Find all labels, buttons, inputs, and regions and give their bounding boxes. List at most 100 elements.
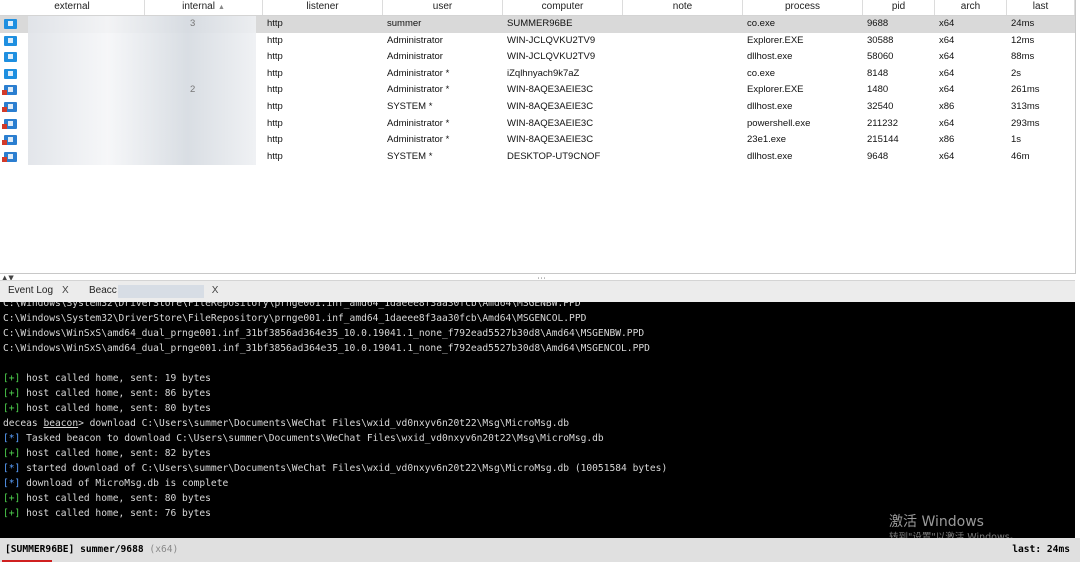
cell-arch: x64 bbox=[939, 117, 955, 129]
console-text: host called home, sent: 19 bytes bbox=[20, 373, 211, 384]
column-header-label: external bbox=[54, 1, 90, 12]
cell-process: co.exe bbox=[747, 18, 775, 29]
cell-computer: WIN-8AQE3AEIE3C bbox=[507, 134, 594, 146]
cell-process: 23e1.exe bbox=[747, 134, 787, 146]
cell-computer: WIN-JCLQVKU2TV9 bbox=[507, 34, 596, 46]
column-header-label: internal bbox=[182, 1, 215, 12]
watermark-subtitle: 转到"设置"以激活 Windows。 bbox=[889, 532, 1020, 538]
session-row[interactable]: http Administrator WIN-JCLQVKU2TV9 dllhost.… bbox=[0, 49, 1075, 66]
cell-pid: 215144 bbox=[867, 134, 899, 146]
session-row[interactable]: 3 http summer SUMMER96BE co.exe 9688 x64 24ms bbox=[0, 16, 1075, 33]
beacon-console-output[interactable]: C:\Windows\System32\DriverStore\FileRepo… bbox=[0, 302, 1075, 538]
session-row[interactable]: http Administrator * iZqlhnyach9k7aZ co.exe… bbox=[0, 65, 1075, 83]
cell-pid: 8148 bbox=[867, 67, 889, 79]
cell-arch: x86 bbox=[939, 134, 955, 146]
sessions-table: external internal ▲ listener user computer not… bbox=[0, 0, 1076, 274]
table-header: external internal ▲ listener user computer not… bbox=[0, 0, 1075, 16]
cell-listener: http bbox=[267, 84, 283, 96]
console-text: host called home, sent: 82 bytes bbox=[20, 448, 211, 459]
console-line: [+] host called home, sent: 80 bytes bbox=[3, 491, 211, 506]
cell-user: SYSTEM * bbox=[387, 150, 433, 162]
console-text: C:\Windows\System32\DriverStore\FileRepo… bbox=[3, 313, 587, 324]
cell-listener: http bbox=[267, 100, 283, 112]
cell-last: 293ms bbox=[1011, 117, 1040, 129]
windows-admin-host-icon bbox=[2, 118, 17, 129]
redacted-address bbox=[28, 82, 256, 99]
cell-arch: x64 bbox=[939, 84, 955, 96]
cell-listener: http bbox=[267, 34, 283, 46]
console-line: [+] host called home, sent: 19 bytes bbox=[3, 371, 211, 386]
windows-admin-host-icon bbox=[2, 85, 17, 96]
column-header-process[interactable]: process bbox=[743, 0, 863, 15]
cell-user: Administrator * bbox=[387, 67, 450, 79]
info-marker: [*] bbox=[3, 433, 21, 444]
cell-process: co.exe bbox=[747, 67, 775, 79]
tab-label: Beacc bbox=[89, 285, 117, 296]
windows-activation-watermark: 激活 Windows 转到"设置"以激活 Windows。 bbox=[889, 511, 1019, 538]
cell-listener: http bbox=[267, 18, 283, 29]
console-text: host called home, sent: 76 bytes bbox=[20, 508, 211, 519]
cell-computer: DESKTOP-UT9CNOF bbox=[507, 150, 601, 162]
console-line: C:\Windows\WinSxS\amd64_dual_prnge001.in… bbox=[3, 326, 644, 341]
console-tab-bar: Event Log X Beacc X bbox=[0, 280, 1075, 303]
cell-listener: http bbox=[267, 150, 283, 162]
session-row[interactable]: http SYSTEM * WIN-8AQE3AEIE3C dllhost.exe 32… bbox=[0, 98, 1075, 116]
column-header-user[interactable]: user bbox=[383, 0, 503, 15]
success-marker: [+] bbox=[3, 493, 21, 504]
tab-close-icon[interactable]: X bbox=[212, 285, 219, 296]
session-row[interactable]: 2 http Administrator * WIN-8AQE3AEIE3C Explo… bbox=[0, 82, 1075, 99]
cell-pid: 58060 bbox=[867, 51, 894, 63]
tab-close-icon[interactable]: X bbox=[62, 285, 69, 296]
cell-user: Administrator * bbox=[387, 84, 450, 96]
column-header-pid[interactable]: pid bbox=[863, 0, 935, 15]
console-text: download of MicroMsg.db is complete bbox=[20, 478, 229, 489]
column-header-external[interactable]: external bbox=[0, 0, 145, 15]
cell-pid: 1480 bbox=[867, 84, 889, 96]
column-header-label: arch bbox=[960, 1, 981, 12]
session-row[interactable]: http Administrator * WIN-8AQE3AEIE3C 23e1.e… bbox=[0, 132, 1075, 149]
column-header-note[interactable]: note bbox=[623, 0, 743, 15]
status-user-pid: summer/9688 bbox=[80, 544, 144, 555]
column-header-label: user bbox=[432, 1, 453, 12]
session-row[interactable]: http Administrator * WIN-8AQE3AEIE3C powers… bbox=[0, 115, 1075, 133]
column-header-label: process bbox=[784, 1, 820, 12]
column-header-last[interactable]: last bbox=[1007, 0, 1075, 15]
windows-admin-host-icon bbox=[2, 101, 17, 112]
windows-host-icon bbox=[4, 52, 17, 63]
column-header-arch[interactable]: arch bbox=[935, 0, 1007, 15]
console-text: C:\Windows\WinSxS\amd64_dual_prnge001.in… bbox=[3, 328, 645, 339]
cell-user: Administrator bbox=[387, 34, 443, 46]
column-header-label: computer bbox=[541, 1, 584, 12]
cell-last: 261ms bbox=[1011, 84, 1040, 96]
cell-arch: x64 bbox=[939, 51, 955, 63]
cell-process: dllhost.exe bbox=[747, 100, 793, 112]
cell-listener: http bbox=[267, 117, 283, 129]
session-row[interactable]: http Administrator WIN-JCLQVKU2TV9 Explorer… bbox=[0, 32, 1075, 50]
console-text: C:\Windows\WinSxS\amd64_dual_prnge001.in… bbox=[3, 343, 650, 354]
console-text: beacon bbox=[43, 418, 79, 429]
status-session-info: [SUMMER96BE] summer/9688 (x64) bbox=[5, 544, 178, 555]
cell-listener: http bbox=[267, 51, 283, 63]
console-text: > download C:\Users\summer\Documents\WeC… bbox=[78, 418, 570, 429]
windows-host-icon bbox=[4, 68, 17, 79]
cell-computer: WIN-JCLQVKU2TV9 bbox=[507, 51, 596, 63]
console-text: Tasked beacon to download C:\Users\summe… bbox=[20, 433, 604, 444]
cell-computer: iZqlhnyach9k7aZ bbox=[507, 67, 580, 79]
column-header-internal[interactable]: internal ▲ bbox=[145, 0, 263, 15]
cell-user: Administrator bbox=[387, 51, 443, 63]
redacted-address bbox=[28, 65, 256, 83]
tab-event-log[interactable]: Event Log X bbox=[8, 285, 69, 296]
cell-arch: x64 bbox=[939, 150, 955, 162]
cell-process: Explorer.EXE bbox=[747, 84, 804, 96]
session-row[interactable]: http SYSTEM * DESKTOP-UT9CNOF dllhost.exe 96… bbox=[0, 148, 1075, 166]
cell-process: dllhost.exe bbox=[747, 150, 793, 162]
console-line: [+] host called home, sent: 76 bytes bbox=[3, 506, 211, 521]
windows-admin-host-icon bbox=[2, 135, 17, 146]
column-header-listener[interactable]: listener bbox=[263, 0, 383, 15]
redacted-address bbox=[28, 32, 256, 50]
redacted-address bbox=[28, 98, 256, 116]
windows-admin-host-icon bbox=[2, 151, 17, 162]
column-header-computer[interactable]: computer bbox=[503, 0, 623, 15]
cell-last: 1s bbox=[1011, 134, 1022, 146]
column-header-label: note bbox=[672, 1, 693, 12]
